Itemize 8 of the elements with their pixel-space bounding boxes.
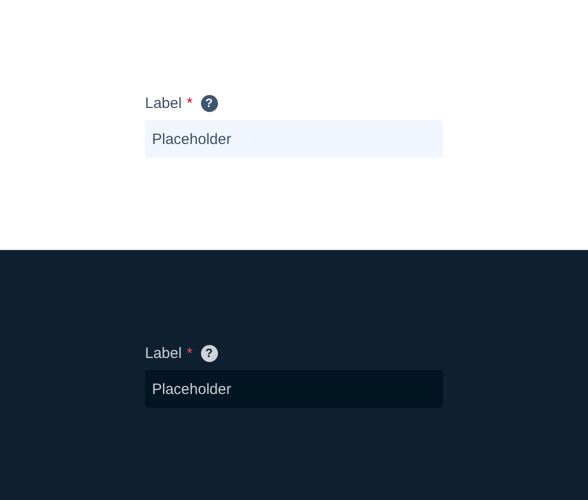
help-icon[interactable]: ?: [200, 344, 218, 362]
input-field[interactable]: Placeholder: [145, 370, 443, 408]
help-icon[interactable]: ?: [200, 94, 218, 112]
input-field[interactable]: Placeholder: [145, 120, 443, 158]
required-mark: *: [186, 94, 193, 112]
field-label: Label: [145, 94, 182, 112]
required-mark: *: [186, 344, 193, 362]
field-label: Label: [145, 344, 182, 362]
